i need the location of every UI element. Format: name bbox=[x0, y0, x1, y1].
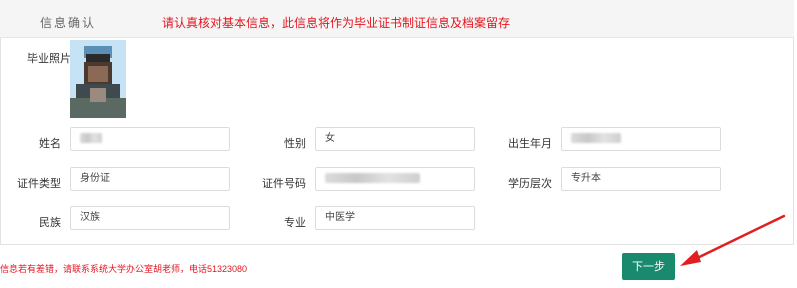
annotation-arrow-icon bbox=[680, 214, 786, 266]
